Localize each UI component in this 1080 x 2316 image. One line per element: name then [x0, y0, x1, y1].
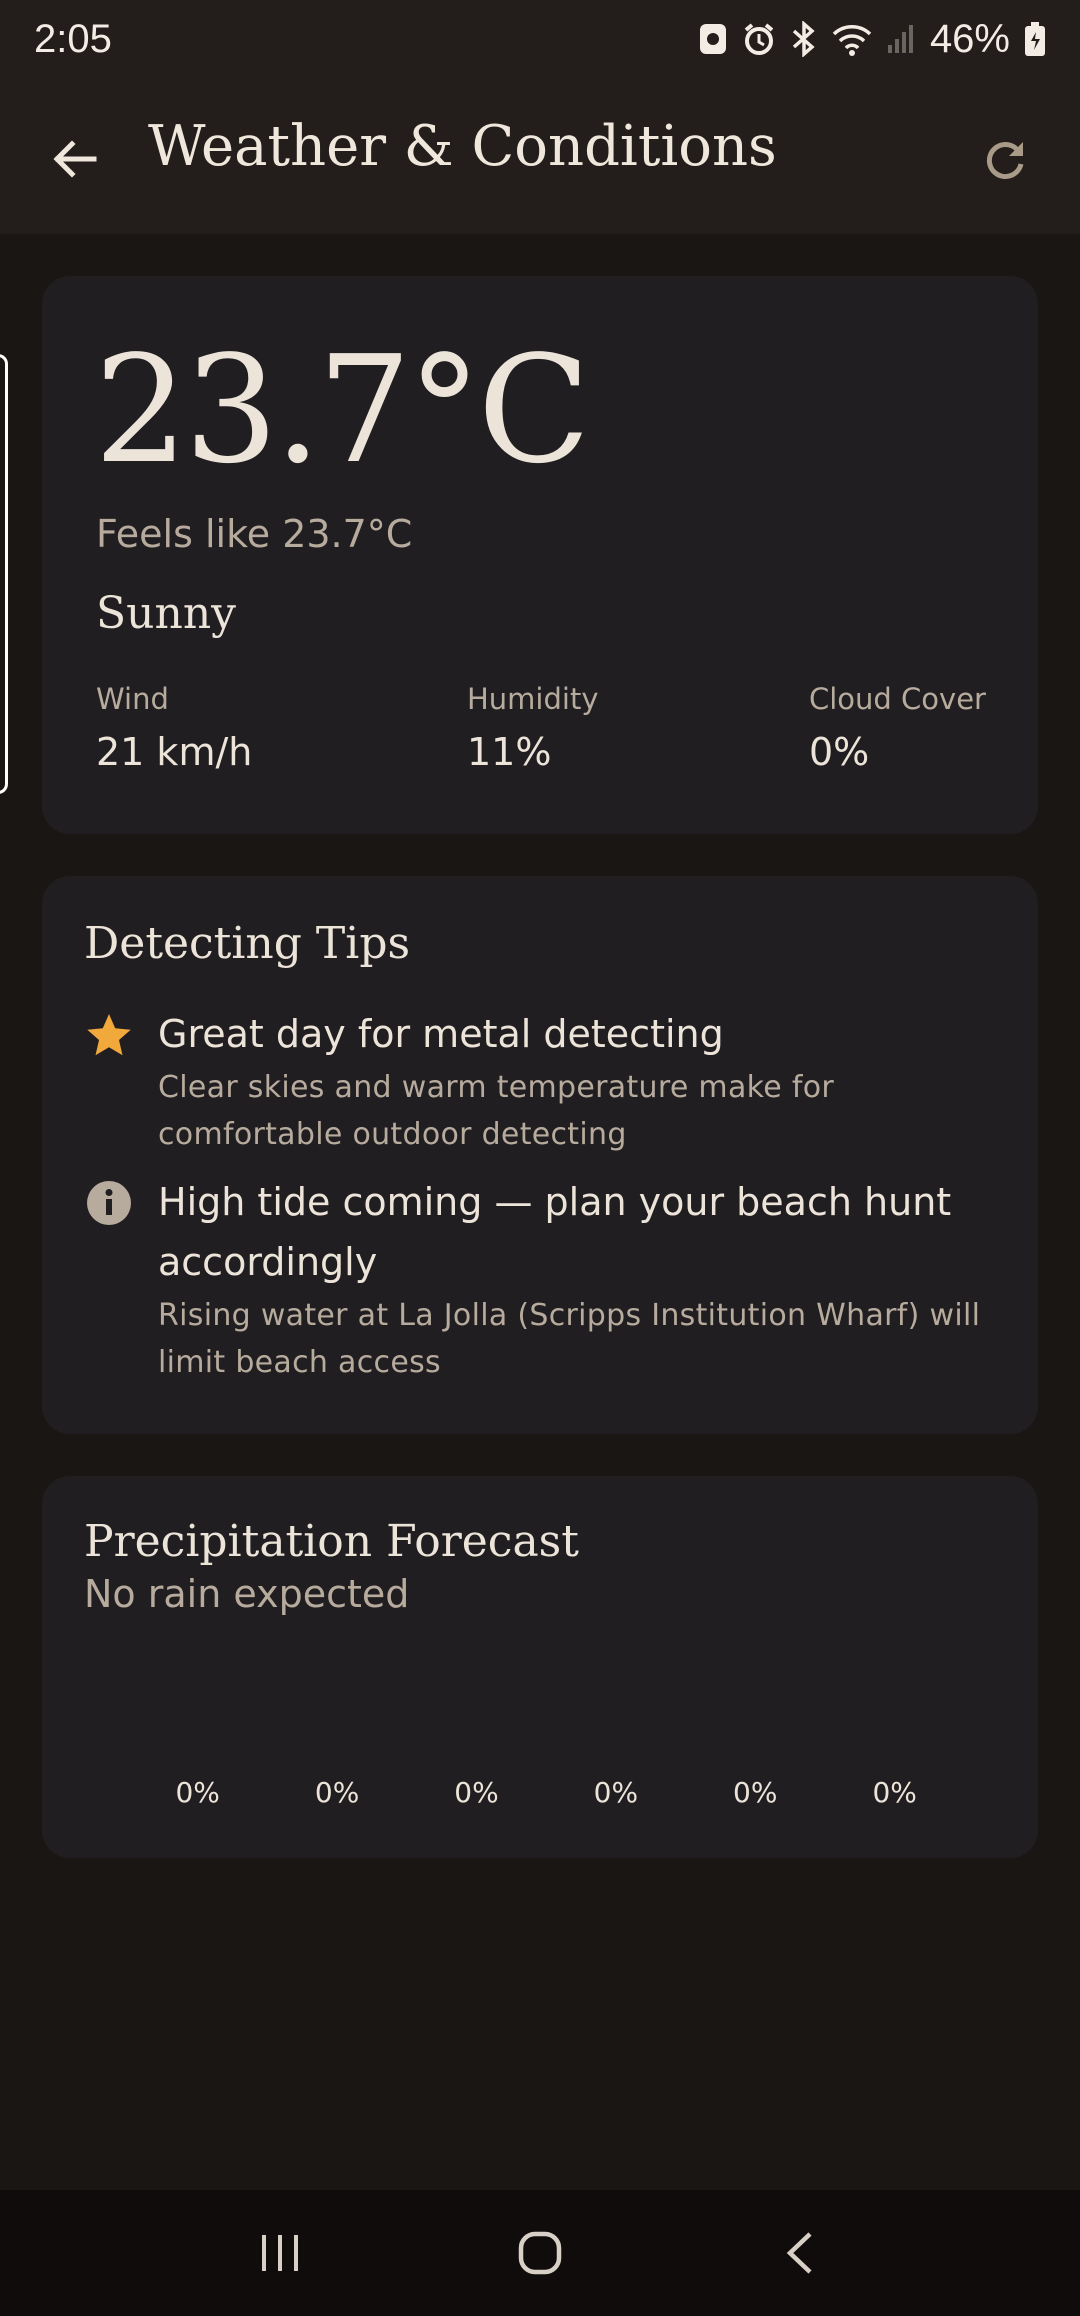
wifi-icon	[832, 22, 872, 56]
cloud-cover-stat: Cloud Cover 0%	[809, 682, 986, 774]
stat-value: 0%	[809, 730, 870, 774]
system-nav-bar	[0, 2190, 1080, 2316]
battery-percent: 46%	[929, 16, 1010, 61]
tip-description-line: limit beach access	[158, 1345, 441, 1380]
recent-apps-button[interactable]	[235, 2208, 325, 2298]
stat-label: Humidity	[467, 682, 599, 716]
star-icon	[84, 1010, 134, 1060]
tip-title-line: accordingly	[158, 1240, 378, 1284]
tip-title-line: High tide coming — plan your beach hunt	[158, 1180, 952, 1224]
app-bar: Weather & Conditions	[0, 78, 1080, 234]
precipitation-chart: 0% 0% 0% 0% 0% 0%	[128, 1776, 968, 1809]
precipitation-value: 0%	[733, 1776, 778, 1809]
tip-title: Great day for metal detecting	[158, 1012, 724, 1056]
tip-title: High tide coming — plan your beach hunt …	[158, 1172, 1058, 1292]
wind-stat: Wind 21 km/h	[96, 682, 252, 774]
tip-description: Clear skies and warm temperature make fo…	[158, 1064, 1058, 1158]
humidity-stat: Humidity 11%	[467, 682, 599, 774]
back-nav-button[interactable]	[755, 2208, 845, 2298]
refresh-icon	[986, 142, 1024, 179]
arrow-left-icon	[53, 140, 97, 178]
tip-description-line: comfortable outdoor detecting	[158, 1117, 627, 1152]
edge-panel-handle[interactable]	[0, 354, 8, 794]
precipitation-subtitle: No rain expected	[84, 1572, 410, 1616]
page-title: Weather & Conditions	[148, 114, 777, 179]
precipitation-value: 0%	[175, 1776, 220, 1809]
status-time: 2:05	[34, 16, 112, 61]
tip-description-line: Rising water at La Jolla (Scripps Instit…	[158, 1298, 981, 1333]
back-button[interactable]	[40, 124, 110, 194]
current-weather-card: 23.7°C Feels like 23.7°C Sunny Wind 21 k…	[42, 276, 1038, 834]
precipitation-value: 0%	[314, 1776, 360, 1809]
precipitation-value: 0%	[872, 1776, 917, 1809]
precipitation-value: 0%	[593, 1776, 639, 1809]
chevron-left-icon	[786, 2232, 812, 2274]
tip-description: Rising water at La Jolla (Scripps Instit…	[158, 1292, 1058, 1386]
status-icons: 46%	[698, 17, 1046, 62]
stat-value: 11%	[467, 730, 552, 774]
section-title: Detecting Tips	[84, 918, 411, 969]
battery-icon	[1024, 21, 1046, 57]
weather-condition: Sunny	[96, 588, 237, 639]
detecting-tips-card: Detecting Tips Great day for metal detec…	[42, 876, 1038, 1434]
recent-apps-icon	[262, 2235, 298, 2271]
precipitation-value: 0%	[454, 1776, 499, 1809]
status-bar: 2:05 46%	[0, 0, 1080, 78]
home-icon	[518, 2231, 562, 2275]
alarm-icon	[742, 22, 776, 56]
stat-label: Cloud Cover	[809, 682, 986, 716]
section-title: Precipitation Forecast	[84, 1516, 579, 1567]
tip-text: High tide coming — plan your beach hunt …	[158, 1172, 1058, 1386]
stat-value: 21 km/h	[96, 730, 253, 774]
feels-like: Feels like 23.7°C	[96, 512, 413, 556]
precipitation-card: Precipitation Forecast No rain expected …	[42, 1476, 1038, 1858]
temperature: 23.7°C	[94, 324, 591, 496]
refresh-button[interactable]	[970, 124, 1040, 194]
tip-text: Great day for metal detecting Clear skie…	[158, 1004, 1058, 1158]
bluetooth-icon	[790, 21, 818, 57]
stat-label: Wind	[96, 682, 169, 716]
notification-icon	[698, 22, 728, 56]
tip-description-line: Clear skies and warm temperature make fo…	[158, 1070, 834, 1105]
info-icon	[84, 1178, 134, 1228]
signal-icon	[886, 23, 916, 55]
home-button[interactable]	[495, 2208, 585, 2298]
